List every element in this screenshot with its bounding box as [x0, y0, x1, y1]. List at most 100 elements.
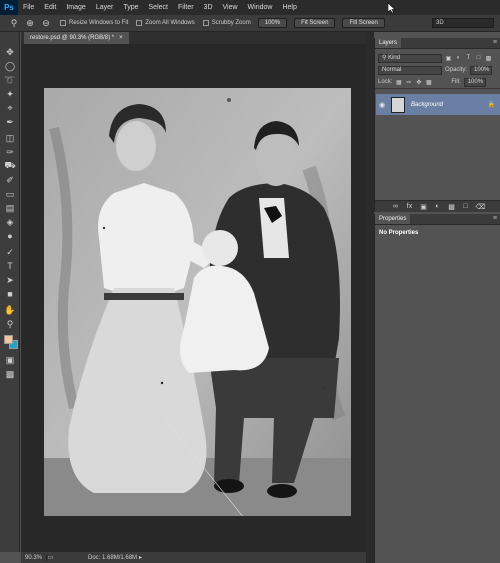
eraser-icon[interactable]: ▭ [3, 188, 17, 200]
filter-kind-select[interactable]: ⚲ Kind [378, 53, 442, 63]
close-tab-icon[interactable]: × [119, 32, 123, 44]
filter-shape-icon[interactable]: □ [475, 55, 482, 62]
resize-windows-label: Resize Windows to Fit [69, 20, 129, 26]
layer-row-background[interactable]: ◉ Background 🔒 [376, 94, 500, 115]
filter-adjustment-icon[interactable]: ◐ [455, 55, 462, 62]
menu-image[interactable]: Image [61, 4, 90, 11]
menu-file[interactable]: File [18, 4, 39, 11]
document-size: Doc: 1.68M/1.68M [88, 554, 138, 561]
tools-panel: ✥ ◯ ➰ ✦ ⌖ ✒ ◫ ✑ ⛟ ✐ ▭ ▤ ◈ ● ✓ T ➤ ■ ✋ ⚲ … [0, 32, 20, 552]
photoshop-logo: Ps [0, 0, 18, 15]
marquee-icon[interactable]: ◯ [3, 60, 17, 72]
zoom-tool-preset-icon[interactable]: ⚲ [8, 17, 20, 29]
move-icon[interactable]: ✥ [3, 46, 17, 58]
filter-type-icon[interactable]: T [465, 55, 472, 62]
link-layers-icon[interactable]: ∞ [392, 203, 400, 210]
menu-filter[interactable]: Filter [173, 4, 199, 11]
layer-style-fx-icon[interactable]: fx [406, 203, 414, 210]
layers-tab[interactable]: Layers [375, 38, 402, 48]
blend-mode-select[interactable]: Normal [378, 65, 442, 75]
menu-select[interactable]: Select [144, 4, 173, 11]
panel-dock-gutter [366, 32, 374, 563]
pen-icon[interactable]: ✓ [3, 246, 17, 258]
brush-icon[interactable]: ✑ [3, 146, 17, 158]
no-properties-message: No Properties [379, 230, 419, 236]
properties-tab[interactable]: Properties [375, 214, 411, 224]
menu-window[interactable]: Window [243, 4, 278, 11]
lock-position-icon[interactable]: ✥ [415, 79, 422, 86]
hand-icon[interactable]: ✋ [3, 304, 17, 316]
new-group-icon[interactable]: ▩ [448, 203, 456, 211]
fill-screen-button[interactable]: Fill Screen [342, 18, 385, 28]
scrubby-zoom-checkbox[interactable]: Scrubby Zoom [202, 20, 251, 26]
zoom-all-checkbox[interactable]: Zoom All Windows [136, 20, 195, 26]
quick-select-icon[interactable]: ✦ [3, 88, 17, 100]
new-layer-icon[interactable]: □ [462, 203, 470, 210]
menu-type[interactable]: Type [118, 4, 143, 11]
document-title: restore.psd @ 90.3% (RGB/8) * [30, 35, 115, 41]
lock-transparent-icon[interactable]: ▦ [395, 79, 402, 86]
path-select-icon[interactable]: ➤ [3, 274, 17, 286]
properties-panel-header: Properties ≡ [375, 214, 500, 225]
eyedropper-icon[interactable]: ✒ [3, 116, 17, 128]
lock-all-icon[interactable]: ▩ [425, 79, 432, 86]
history-brush-icon[interactable]: ✐ [3, 174, 17, 186]
workspace-select[interactable]: 3D [432, 18, 494, 28]
menu-bar: Ps File Edit Image Layer Type Select Fil… [0, 0, 500, 15]
lock-pixels-icon[interactable]: ✑ [405, 79, 412, 86]
blur-icon[interactable]: ◈ [3, 216, 17, 228]
dodge-icon[interactable]: ● [3, 230, 17, 242]
layer-name[interactable]: Background [411, 102, 488, 108]
lasso-icon[interactable]: ➰ [3, 74, 17, 86]
menu-edit[interactable]: Edit [39, 4, 61, 11]
zoom-icon[interactable]: ⚲ [3, 318, 17, 330]
menu-3d[interactable]: 3D [199, 4, 218, 11]
delete-layer-icon[interactable]: ⌫ [476, 203, 486, 211]
document-tab-bar: restore.psd @ 90.3% (RGB/8) * × [21, 32, 366, 44]
fit-screen-button[interactable]: Fit Screen [294, 18, 336, 28]
export-icon[interactable]: ▭ [47, 554, 54, 561]
layers-panel-header: Layers ≡ [375, 38, 500, 49]
screen-mode-icon[interactable]: ▩ [3, 368, 17, 380]
opacity-label: Opacity: [445, 67, 468, 73]
layers-footer: ∞ fx ▣ ◐ ▩ □ ⌫ [375, 200, 500, 212]
gradient-icon[interactable]: ▤ [3, 202, 17, 214]
zoom-100-button[interactable]: 100% [257, 18, 288, 28]
crop-icon[interactable]: ⌖ [3, 102, 17, 114]
fill-field[interactable]: 100% [463, 77, 486, 87]
rectangle-icon[interactable]: ■ [3, 288, 17, 300]
resize-windows-checkbox[interactable]: Resize Windows to Fit [60, 20, 128, 26]
mouse-cursor-icon [388, 3, 396, 13]
filter-pixel-icon[interactable]: ▣ [445, 55, 452, 62]
layer-thumbnail [391, 96, 405, 113]
zoom-in-icon[interactable]: ⊕ [24, 17, 36, 29]
type-icon[interactable]: T [3, 260, 17, 272]
clone-stamp-icon[interactable]: ⛟ [3, 160, 17, 172]
zoom-all-label: Zoom All Windows [145, 20, 195, 26]
layer-lock-icon: 🔒 [487, 102, 495, 108]
healing-brush-icon[interactable]: ◫ [3, 132, 17, 144]
foreground-color-swatch[interactable] [4, 335, 13, 344]
properties-panel: Properties ≡ No Properties [374, 214, 500, 563]
status-menu-arrow-icon[interactable]: ▸ [137, 554, 144, 561]
options-bar: ⚲ ⊕ ⊖ Resize Windows to Fit Zoom All Win… [0, 15, 500, 32]
adjustment-layer-icon[interactable]: ◐ [434, 203, 442, 210]
zoom-out-icon[interactable]: ⊖ [40, 17, 52, 29]
fill-label: Fill: [451, 79, 461, 85]
menu-view[interactable]: View [218, 4, 243, 11]
quick-mask-icon[interactable]: ▣ [3, 354, 17, 366]
layers-panel: Layers ≡ ⚲ Kind ▣ ◐ T □ ▩ Normal Opacity… [374, 38, 500, 212]
visibility-eye-icon[interactable]: ◉ [376, 101, 388, 109]
add-mask-icon[interactable]: ▣ [420, 203, 428, 211]
photo-canvas[interactable] [44, 88, 351, 516]
document-tab[interactable]: restore.psd @ 90.3% (RGB/8) * × [24, 32, 129, 44]
status-bar: 90.3% ▭ Doc: 1.68M/1.68M ▸ [21, 552, 366, 563]
lock-label: Lock: [378, 79, 393, 85]
menu-help[interactable]: Help [277, 4, 301, 11]
panel-menu-icon[interactable]: ≡ [493, 39, 497, 46]
properties-menu-icon[interactable]: ≡ [493, 215, 497, 222]
zoom-level[interactable]: 90.3% [21, 554, 48, 561]
filter-smart-object-icon[interactable]: ▩ [485, 55, 492, 62]
menu-layer[interactable]: Layer [91, 4, 119, 11]
opacity-field[interactable]: 100% [470, 65, 493, 75]
